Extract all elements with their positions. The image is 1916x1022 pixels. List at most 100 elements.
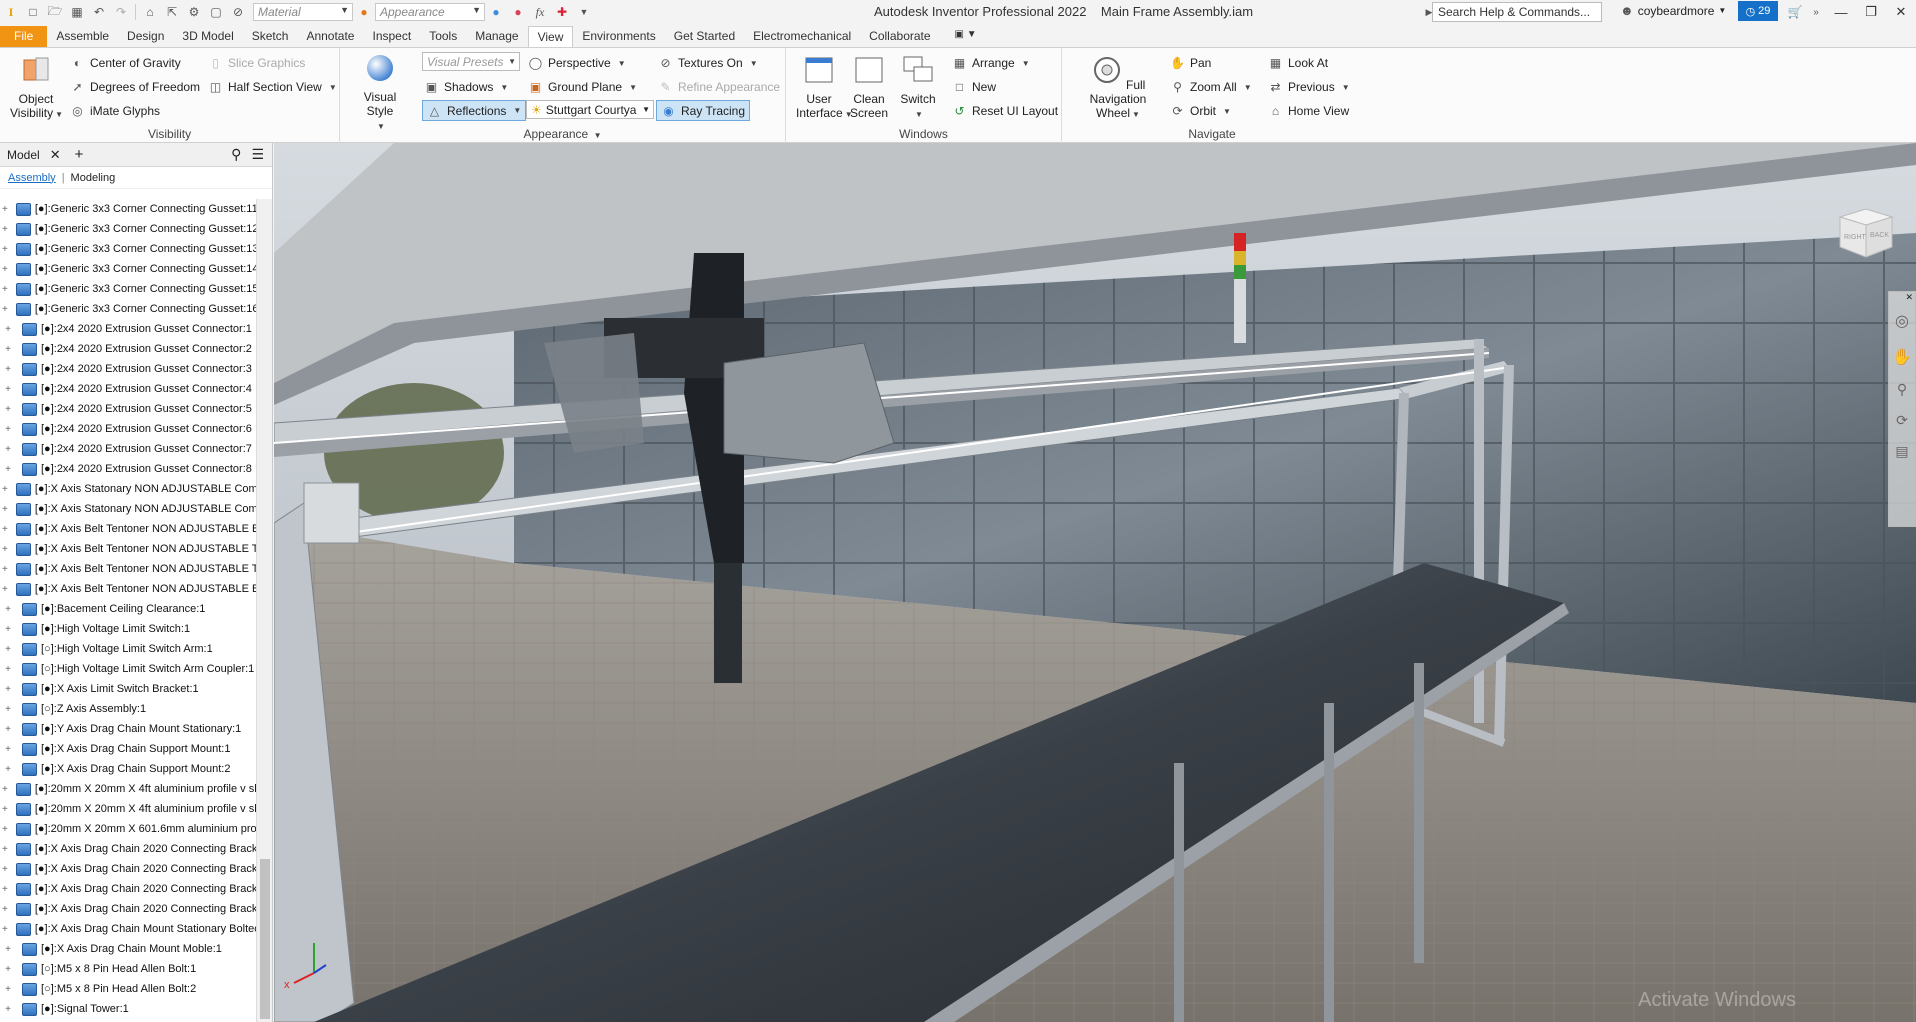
tree-row[interactable]: + [●]:2x4 2020 Extrusion Gusset Connector…	[0, 359, 256, 379]
close-navbar-icon[interactable]: ✕	[1889, 292, 1915, 303]
redo-icon[interactable]: ↷	[113, 4, 129, 20]
tree-row[interactable]: + [●]:Y Axis Drag Chain Mount Stationary:…	[0, 719, 256, 739]
scrollbar-thumb[interactable]	[260, 859, 270, 1019]
modeling-subtab[interactable]: Modeling	[71, 172, 116, 184]
model-tab[interactable]: Model	[3, 148, 44, 162]
expand-icon[interactable]: +	[2, 1004, 14, 1015]
expand-icon[interactable]: +	[2, 844, 8, 855]
clear-appearance-icon[interactable]: ●	[488, 4, 504, 20]
expand-icon[interactable]: +	[2, 444, 14, 455]
pan-button[interactable]: ✋ Pan	[1170, 53, 1211, 73]
tree-row[interactable]: + [●]:20mm X 20mm X 601.6mm aluminium pro…	[0, 819, 256, 839]
expand-icon[interactable]: +	[2, 944, 14, 955]
appearance-sphere-icon[interactable]: ●	[356, 4, 372, 20]
tree-row[interactable]: + [●]:20mm X 20mm X 4ft aluminium profile…	[0, 799, 256, 819]
tab-assemble[interactable]: Assemble	[47, 26, 118, 48]
expand-icon[interactable]: +	[2, 424, 14, 435]
expand-icon[interactable]: +	[2, 584, 8, 595]
tab-file[interactable]: File	[0, 26, 48, 48]
tree-row[interactable]: + [●]:X Axis Drag Chain Mount Stationary …	[0, 919, 256, 939]
zoom-all-button[interactable]: ⚲ Zoom All ▼	[1170, 77, 1252, 97]
close-window-button[interactable]: ✕	[1886, 0, 1916, 24]
lighting-style-combo[interactable]: ☀ Stuttgart Courtya ▼	[526, 100, 654, 119]
open-folder-icon[interactable]: 🗁	[47, 4, 63, 20]
graphics-viewport[interactable]: x RIGHT BACK ✕ ◎ ✋ ⚲ ⟳ ▤ Activate Window…	[274, 143, 1916, 1022]
tree-row[interactable]: + [○]:M5 x 8 Pin Head Allen Bolt:2	[0, 979, 256, 999]
search-help-input[interactable]: Search Help & Commands...	[1432, 2, 1602, 22]
imate-glyphs-button[interactable]: ◎ iMate Glyphs	[70, 101, 160, 121]
minimize-button[interactable]: —	[1826, 0, 1856, 24]
expand-icon[interactable]: +	[2, 764, 14, 775]
tree-row[interactable]: + [●]:X Axis Drag Chain 2020 Connecting B…	[0, 839, 256, 859]
material-combo[interactable]: Material ▼	[253, 3, 353, 21]
expand-icon[interactable]: +	[2, 884, 8, 895]
tab-inspect[interactable]: Inspect	[363, 26, 420, 48]
expand-icon[interactable]: +	[2, 384, 14, 395]
tree-row[interactable]: + [●]:X Axis Statonary NON ADJUSTABLE Com…	[0, 499, 256, 519]
expand-icon[interactable]: +	[2, 684, 14, 695]
expand-icon[interactable]: +	[2, 664, 14, 675]
viewcube[interactable]: RIGHT BACK	[1832, 203, 1898, 261]
assembly-subtab[interactable]: Assembly	[8, 172, 56, 184]
expand-icon[interactable]: +	[2, 924, 8, 935]
browser-scrollbar[interactable]	[256, 199, 272, 1022]
menu-icon[interactable]: ☰	[251, 146, 264, 163]
arrange-button[interactable]: ▦ Arrange ▼	[952, 53, 1030, 73]
expand-icon[interactable]: +	[2, 524, 8, 535]
new-window-button[interactable]: □ New	[952, 77, 996, 97]
customize-dropdown-icon[interactable]: ▼	[576, 4, 592, 20]
tree-row[interactable]: + [○]:High Voltage Limit Switch Arm:1	[0, 639, 256, 659]
tree-row[interactable]: + [●]:2x4 2020 Extrusion Gusset Connector…	[0, 339, 256, 359]
expand-icon[interactable]: +	[2, 344, 14, 355]
expand-icon[interactable]: +	[2, 804, 8, 815]
new-file-icon[interactable]: □	[25, 4, 41, 20]
tree-row[interactable]: + [●]:2x4 2020 Extrusion Gusset Connector…	[0, 439, 256, 459]
tab-annotate[interactable]: Annotate	[297, 26, 363, 48]
center-of-gravity-button[interactable]: ◐ Center of Gravity	[70, 53, 181, 73]
expand-icon[interactable]: +	[2, 704, 14, 715]
full-navigation-wheel-button[interactable]: Full Navigation Wheel ▼	[1070, 54, 1166, 122]
look-at-button[interactable]: ▦ Look At	[1268, 53, 1328, 73]
notifications-badge[interactable]: ◷ 29	[1738, 1, 1778, 21]
user-interface-button[interactable]: User Interface ▼	[796, 54, 853, 122]
reset-ui-layout-button[interactable]: ↺ Reset UI Layout	[952, 101, 1058, 121]
save-icon[interactable]: ▦	[69, 4, 85, 20]
tree-row[interactable]: + [●]:X Axis Drag Chain 2020 Connecting B…	[0, 899, 256, 919]
expand-icon[interactable]: +	[2, 504, 8, 515]
cart-icon[interactable]: 🛒	[1787, 4, 1803, 20]
tab-collaborate[interactable]: Collaborate	[860, 26, 939, 48]
expand-icon[interactable]: +	[2, 404, 14, 415]
tree-row[interactable]: + [●]:2x4 2020 Extrusion Gusset Connector…	[0, 399, 256, 419]
tree-row[interactable]: + [●]:X Axis Statonary NON ADJUSTABLE Com…	[0, 479, 256, 499]
tab-view[interactable]: View	[527, 26, 574, 48]
expand-icon[interactable]: +	[2, 304, 8, 315]
expand-icon[interactable]: +	[2, 784, 8, 795]
expand-icon[interactable]: +	[2, 464, 14, 475]
tab-tools[interactable]: Tools	[420, 26, 466, 48]
tree-row[interactable]: + [●]:High Voltage Limit Switch:1	[0, 619, 256, 639]
update-icon[interactable]: ⚙	[186, 4, 202, 20]
tree-row[interactable]: + [●]:X Axis Drag Chain 2020 Connecting B…	[0, 859, 256, 879]
switch-button[interactable]: Switch ▼	[896, 54, 940, 122]
refine-appearance-button[interactable]: ✎ Refine Appearance	[658, 77, 780, 97]
expand-icon[interactable]: +	[2, 744, 14, 755]
shadows-button[interactable]: ▣ Shadows ▼	[424, 77, 508, 97]
expand-icon[interactable]: +	[2, 624, 14, 635]
tab-environments[interactable]: Environments	[573, 26, 664, 48]
user-menu[interactable]: ☻ coybeardmore ▼	[1620, 3, 1726, 18]
measure-icon[interactable]: ▢	[208, 4, 224, 20]
expand-icon[interactable]: +	[2, 204, 8, 215]
visual-style-button[interactable]: Visual Style ▼	[350, 52, 410, 134]
select-tool-icon[interactable]: ⇱	[164, 4, 180, 20]
parameters-fx-icon[interactable]: fx	[532, 4, 548, 20]
tree-row[interactable]: + [●]:Bacement Ceiling Clearance:1	[0, 599, 256, 619]
adjust-appearance-icon[interactable]: ●	[510, 4, 526, 20]
half-section-view-button[interactable]: ◫ Half Section View ▼	[208, 77, 337, 97]
ribbon-display-toggle[interactable]: ▣ ▼	[946, 26, 986, 48]
tab-get-started[interactable]: Get Started	[665, 26, 744, 48]
expand-icon[interactable]: +	[2, 264, 8, 275]
add-icon[interactable]: ✚	[554, 4, 570, 20]
tree-row[interactable]: + [●]:Generic 3x3 Corner Connecting Gusse…	[0, 259, 256, 279]
close-icon[interactable]: ✕	[50, 147, 61, 163]
expand-icon[interactable]: +	[2, 364, 14, 375]
